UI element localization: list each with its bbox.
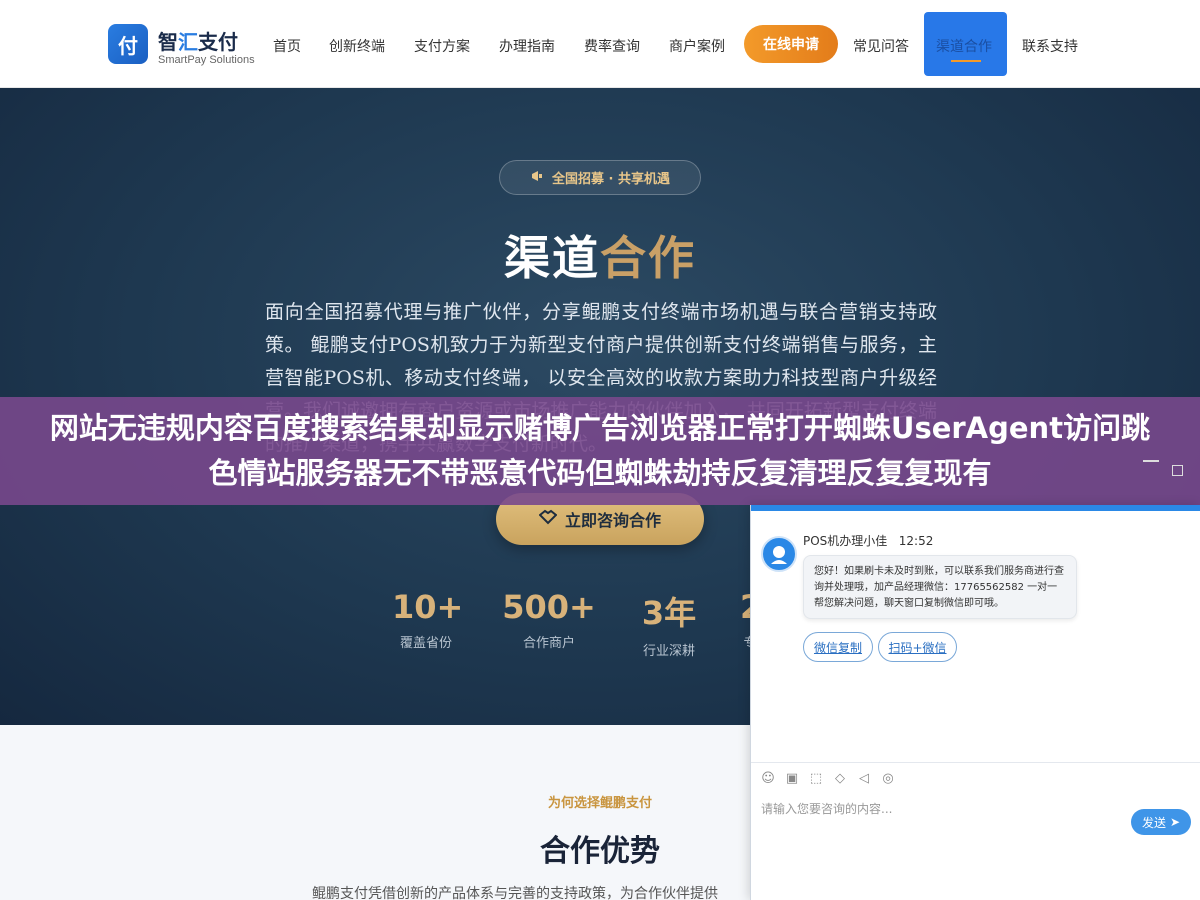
recruit-badge: 全国招募 · 共享机遇 bbox=[499, 160, 701, 195]
nav-channel-partnership-label: 渠道合作 bbox=[936, 39, 992, 55]
scan-wechat-link[interactable]: 扫码+微信 bbox=[878, 632, 957, 662]
nav-rate-query[interactable]: 费率查询 bbox=[584, 36, 640, 56]
active-underline bbox=[951, 60, 981, 62]
shield-icon[interactable]: ◇ bbox=[833, 772, 847, 786]
logo-name-part1: 智 bbox=[158, 30, 178, 54]
screenshot-icon[interactable]: ⬚ bbox=[809, 772, 823, 786]
title-gold-part: 合作 bbox=[600, 231, 696, 285]
section-description: 鲲鹏支付凭借创新的产品体系与完善的支持政策，为合作伙伴提供 bbox=[312, 886, 718, 900]
emoji-icon[interactable]: ☺ bbox=[761, 772, 775, 786]
overlay-banner: 网站无违规内容百度搜索结果却显示赌博广告浏览器正常打开蜘蛛UserAgent访问… bbox=[0, 397, 1200, 505]
chat-widget: POS机办理小佳 12:52 您好！如果刷卡未及时到账，可以联系我们服务商进行查… bbox=[750, 505, 1200, 900]
nav-merchant-cases[interactable]: 商户案例 bbox=[669, 36, 725, 56]
logo-glyph: 付 bbox=[118, 33, 138, 58]
stat-provinces: 10+ 覆盖省份 bbox=[392, 588, 464, 651]
logo-subtitle: SmartPay Solutions bbox=[158, 54, 255, 66]
maximize-icon[interactable] bbox=[1172, 465, 1183, 476]
stat-label: 覆盖省份 bbox=[399, 636, 452, 651]
agent-name-line: POS机办理小佳 12:52 bbox=[803, 532, 933, 549]
chat-topbar bbox=[751, 505, 1200, 511]
agent-name: POS机办理小佳 bbox=[803, 534, 888, 548]
nav-guide[interactable]: 办理指南 bbox=[499, 36, 555, 56]
message-time: 12:52 bbox=[898, 534, 934, 548]
stat-number: 3年 bbox=[641, 594, 697, 632]
nav-contact-support[interactable]: 联系支持 bbox=[1022, 36, 1078, 56]
agent-avatar bbox=[761, 536, 797, 572]
logo-mark[interactable]: 付 bbox=[108, 24, 148, 64]
nav-payment-solutions[interactable]: 支付方案 bbox=[414, 36, 470, 56]
chat-message-bubble: 您好！如果刷卡未及时到账，可以联系我们服务商进行查询并处理哦，加产品经理微信：1… bbox=[803, 555, 1077, 619]
chat-divider bbox=[751, 762, 1200, 763]
minimize-icon[interactable] bbox=[1143, 460, 1159, 462]
stat-label: 行业深耕 bbox=[642, 644, 695, 659]
stat-number: 500+ bbox=[502, 588, 596, 626]
send-label: 发送 bbox=[1141, 815, 1166, 830]
nav-channel-partnership-active[interactable]: 渠道合作 bbox=[924, 12, 1007, 76]
send-button[interactable]: 发送 ➤ bbox=[1131, 809, 1191, 835]
send-arrow-icon: ➤ bbox=[1169, 815, 1181, 829]
chat-input[interactable]: 请输入您要咨询的内容... bbox=[761, 800, 892, 817]
logo-name-part2: 汇 bbox=[178, 30, 198, 54]
site-header: 付 智汇支付 SmartPay Solutions 首页 创新终端 支付方案 办… bbox=[0, 0, 1200, 88]
page-title: 渠道合作 bbox=[0, 222, 1200, 288]
badge-text: 全国招募 · 共享机遇 bbox=[552, 172, 670, 187]
megaphone-icon bbox=[530, 169, 544, 187]
stat-label: 合作商户 bbox=[522, 636, 575, 651]
logo-name-part3: 支付 bbox=[198, 30, 238, 54]
stat-years: 3年 行业深耕 bbox=[636, 588, 702, 659]
nav-home[interactable]: 首页 bbox=[273, 36, 301, 56]
logo-name[interactable]: 智汇支付 bbox=[158, 26, 238, 55]
nav-faq[interactable]: 常见问答 bbox=[853, 36, 909, 56]
cta-label: 立即咨询合作 bbox=[564, 511, 661, 530]
image-icon[interactable]: ▣ bbox=[785, 772, 799, 786]
voice-icon[interactable]: ◁ bbox=[857, 772, 871, 786]
stat-merchants: 500+ 合作商户 bbox=[502, 588, 596, 651]
chat-icon[interactable]: ◎ bbox=[881, 772, 895, 786]
title-white-part: 渠道 bbox=[504, 231, 600, 285]
stat-number: 10+ bbox=[392, 588, 464, 626]
apply-online-button[interactable]: 在线申请 bbox=[744, 25, 838, 63]
handshake-icon bbox=[538, 509, 558, 529]
nav-innovative-terminals[interactable]: 创新终端 bbox=[329, 36, 385, 56]
copy-wechat-link[interactable]: 微信复制 bbox=[803, 632, 873, 662]
